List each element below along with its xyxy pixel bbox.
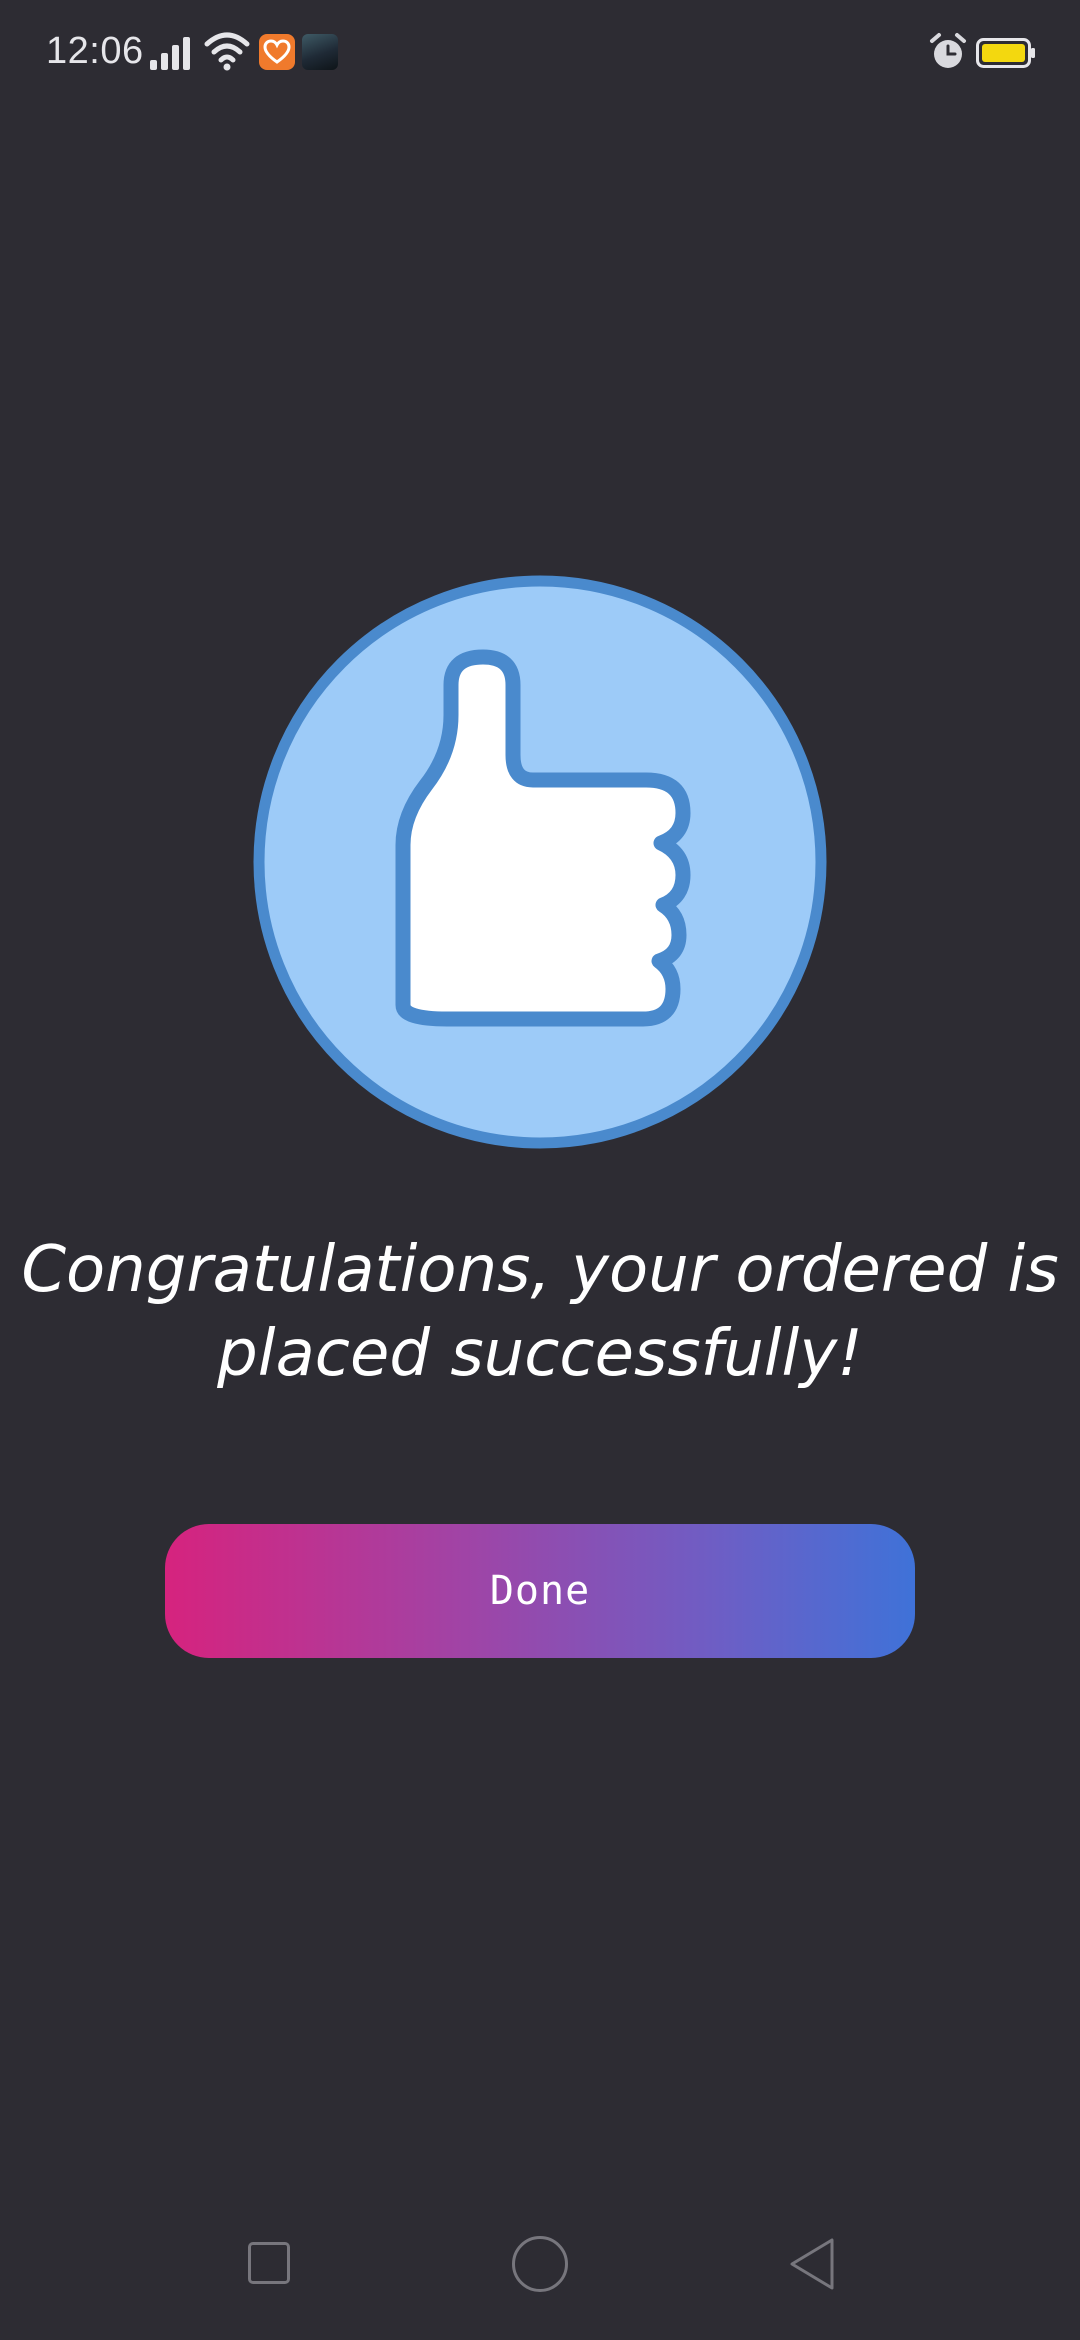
navigation-bar: [0, 2220, 1080, 2340]
battery-icon: [976, 38, 1035, 68]
success-message: Congratulations, your ordered is placed …: [21, 1233, 1059, 1391]
recent-apps-icon[interactable]: [248, 2242, 290, 2284]
status-time: 12:06: [46, 30, 144, 72]
back-icon[interactable]: [784, 2234, 840, 2294]
status-bar: 12:06: [0, 0, 1080, 110]
health-app-icon: [259, 34, 295, 70]
heart-icon: [263, 39, 291, 64]
wifi-icon: [204, 32, 250, 71]
done-button-label: Done: [489, 1568, 591, 1614]
alarm-icon: [930, 33, 966, 68]
thumbs-up-icon: [253, 575, 827, 1149]
done-button[interactable]: Done: [165, 1524, 915, 1658]
home-icon[interactable]: [512, 2236, 568, 2292]
photo-app-icon: [302, 34, 338, 70]
signal-icon: [150, 37, 190, 70]
